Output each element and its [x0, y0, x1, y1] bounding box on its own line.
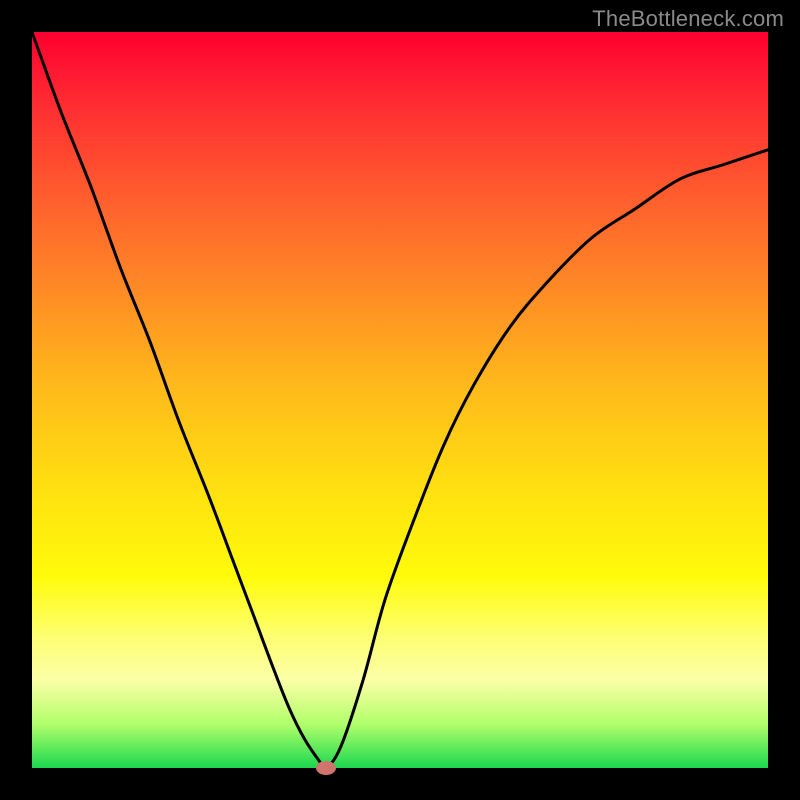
min-marker — [316, 761, 336, 775]
bottleneck-curve — [32, 32, 768, 768]
source-watermark: TheBottleneck.com — [592, 6, 784, 32]
chart-plot-area — [32, 32, 768, 768]
chart-frame: TheBottleneck.com — [0, 0, 800, 800]
